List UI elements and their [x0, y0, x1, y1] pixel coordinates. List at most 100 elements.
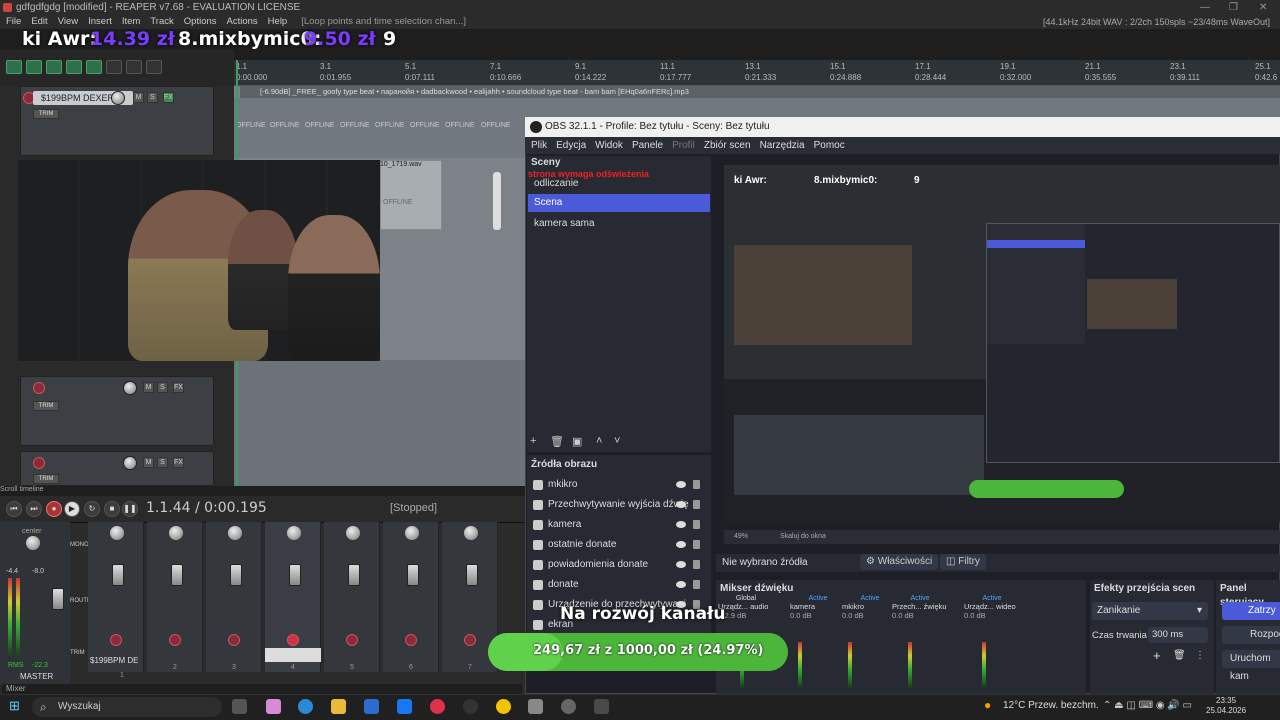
- volume-fader[interactable]: [230, 564, 242, 586]
- record-icon[interactable]: ●: [46, 501, 62, 517]
- track-2[interactable]: M S FX TRIM: [20, 376, 214, 446]
- duration-input[interactable]: 300 ms: [1148, 627, 1208, 643]
- obs-menu-tools[interactable]: Narzędzia: [760, 140, 805, 151]
- audio-channel[interactable]: Active kamera 0.0 dB: [790, 595, 846, 620]
- record-arm-button[interactable]: [169, 634, 181, 646]
- lock-icon[interactable]: [126, 60, 142, 74]
- solo-button[interactable]: S: [147, 92, 158, 103]
- mono-button[interactable]: MONO: [70, 542, 89, 548]
- source-item[interactable]: kamera: [530, 516, 708, 534]
- source-item[interactable]: Przechwytywanie wyjścia dźwię: [530, 496, 708, 514]
- volume-fader[interactable]: [289, 564, 301, 586]
- mixer-channel-2[interactable]: 2: [147, 522, 203, 672]
- copilot-icon[interactable]: [266, 699, 281, 714]
- source-item[interactable]: powiadomienia donate: [530, 556, 708, 574]
- ripple-icon[interactable]: [46, 60, 62, 74]
- visibility-icon[interactable]: [676, 481, 686, 488]
- media-item[interactable]: [-6.90dB] _FREE_ goofy type beat • паран…: [240, 86, 1280, 98]
- volume-fader[interactable]: [407, 564, 419, 586]
- menu-item[interactable]: Item: [122, 16, 140, 27]
- close-icon[interactable]: ✕: [1259, 0, 1267, 15]
- minimize-icon[interactable]: —: [1200, 0, 1210, 15]
- pan-knob[interactable]: [464, 526, 478, 540]
- menu-actions[interactable]: Actions: [227, 16, 258, 27]
- track-3[interactable]: M S FX TRIM: [20, 451, 214, 486]
- media-item[interactable]: OFFLINE: [380, 160, 442, 230]
- menu-edit[interactable]: Edit: [31, 16, 47, 27]
- volume-knob[interactable]: [111, 91, 125, 105]
- visibility-icon[interactable]: [676, 541, 686, 548]
- solo-button[interactable]: S: [157, 457, 168, 468]
- settings-icon[interactable]: [528, 699, 543, 714]
- taskbar-clock[interactable]: 23:35 25.04.2026: [1206, 696, 1246, 716]
- volume-fader[interactable]: [348, 564, 360, 586]
- record-arm-button[interactable]: [228, 634, 240, 646]
- record-arm-button[interactable]: [346, 634, 358, 646]
- track-1[interactable]: $199BPM DEXER M S FX TRIM: [20, 86, 214, 156]
- start-icon[interactable]: ⊞: [9, 698, 20, 714]
- record-arm-button[interactable]: [405, 634, 417, 646]
- obs-preview[interactable]: ki Awr: 8.mixbymic0: 9: [724, 165, 1280, 522]
- obs-menu-docks[interactable]: Panele: [632, 140, 663, 151]
- trim-button[interactable]: TRIM: [33, 401, 59, 411]
- remove-transition-icon[interactable]: 🗑: [1173, 650, 1186, 661]
- volume-fader[interactable]: [171, 564, 183, 586]
- stop-stream-button[interactable]: Zatrzy: [1222, 602, 1280, 620]
- pause-icon[interactable]: ❚❚: [122, 501, 138, 517]
- mixer-channel-5[interactable]: 5: [324, 522, 380, 672]
- mixer-channel-6[interactable]: 6: [383, 522, 439, 672]
- timeline-ruler[interactable]: 1.1 3.1 5.1 7.1 9.1 11.1 13.1 15.1 17.1 …: [234, 60, 1280, 86]
- lock-icon[interactable]: [693, 580, 700, 589]
- trim-button[interactable]: TRIM: [33, 109, 59, 119]
- tools-icon[interactable]: [146, 60, 162, 74]
- taskbar-search[interactable]: ⌕ Wyszukaj: [32, 697, 222, 717]
- add-transition-icon[interactable]: +: [1153, 648, 1161, 663]
- visibility-icon[interactable]: [676, 521, 686, 528]
- obs-menu-edit[interactable]: Edycja: [556, 140, 586, 151]
- preview-zoom[interactable]: 49%: [734, 533, 748, 540]
- mixer-channel-1[interactable]: $199BPM DE 1: [88, 522, 144, 679]
- audio-channel[interactable]: Active Urządz... wideo 0.0 dB: [964, 595, 1020, 620]
- mixer-channel-4[interactable]: 4: [265, 522, 321, 672]
- menu-view[interactable]: View: [58, 16, 78, 27]
- start-recording-button[interactable]: Rozpoc: [1222, 626, 1280, 644]
- trim-button[interactable]: TRIM: [70, 650, 85, 656]
- lock-icon[interactable]: [693, 500, 700, 509]
- properties-button[interactable]: ⚙ Właściwości: [860, 554, 939, 570]
- visibility-icon[interactable]: [676, 581, 686, 588]
- volume-knob[interactable]: [123, 381, 137, 395]
- master-pan-knob[interactable]: [26, 536, 40, 550]
- menu-help[interactable]: Help: [268, 16, 288, 27]
- scene-filter-icon[interactable]: ▣: [572, 435, 582, 448]
- edge-icon[interactable]: [298, 699, 313, 714]
- fx-button[interactable]: FX: [173, 382, 184, 393]
- pan-knob[interactable]: [110, 526, 124, 540]
- pan-knob[interactable]: [405, 526, 419, 540]
- store-icon[interactable]: [364, 699, 379, 714]
- trim-button[interactable]: TRIM: [33, 474, 59, 484]
- stop-icon[interactable]: ■: [104, 501, 120, 517]
- mute-button[interactable]: M: [133, 92, 144, 103]
- more-options-icon[interactable]: ⋮: [1195, 650, 1205, 661]
- file-explorer-icon[interactable]: [331, 699, 346, 714]
- add-scene-icon[interactable]: +: [530, 435, 536, 447]
- menu-file[interactable]: File: [6, 16, 21, 27]
- tray-icons[interactable]: ⌃ ⏏ ◫ ⌨ ◉ 🔊 ▭: [1103, 700, 1192, 711]
- volume-fader[interactable]: [466, 564, 478, 586]
- pan-knob[interactable]: [228, 526, 242, 540]
- vertical-scrollbar[interactable]: [493, 172, 501, 230]
- obs-menu-help[interactable]: Pomoc: [814, 140, 845, 151]
- scene-item-selected[interactable]: Scena: [528, 194, 710, 212]
- mixer-channel-3[interactable]: 3: [206, 522, 262, 672]
- fx-button[interactable]: FX: [173, 457, 184, 468]
- audio-channel[interactable]: Active Przech... źwięku 0.0 dB: [892, 595, 948, 620]
- move-down-icon[interactable]: ˅: [614, 435, 620, 447]
- chrome-icon[interactable]: [496, 699, 511, 714]
- menu-track[interactable]: Track: [150, 16, 173, 27]
- transition-select[interactable]: Zanikanie ▾: [1092, 602, 1208, 620]
- record-arm-button[interactable]: [110, 634, 122, 646]
- move-up-icon[interactable]: ˄: [596, 435, 602, 447]
- menu-options[interactable]: Options: [184, 16, 217, 27]
- mute-button[interactable]: M: [143, 457, 154, 468]
- pan-knob[interactable]: [169, 526, 183, 540]
